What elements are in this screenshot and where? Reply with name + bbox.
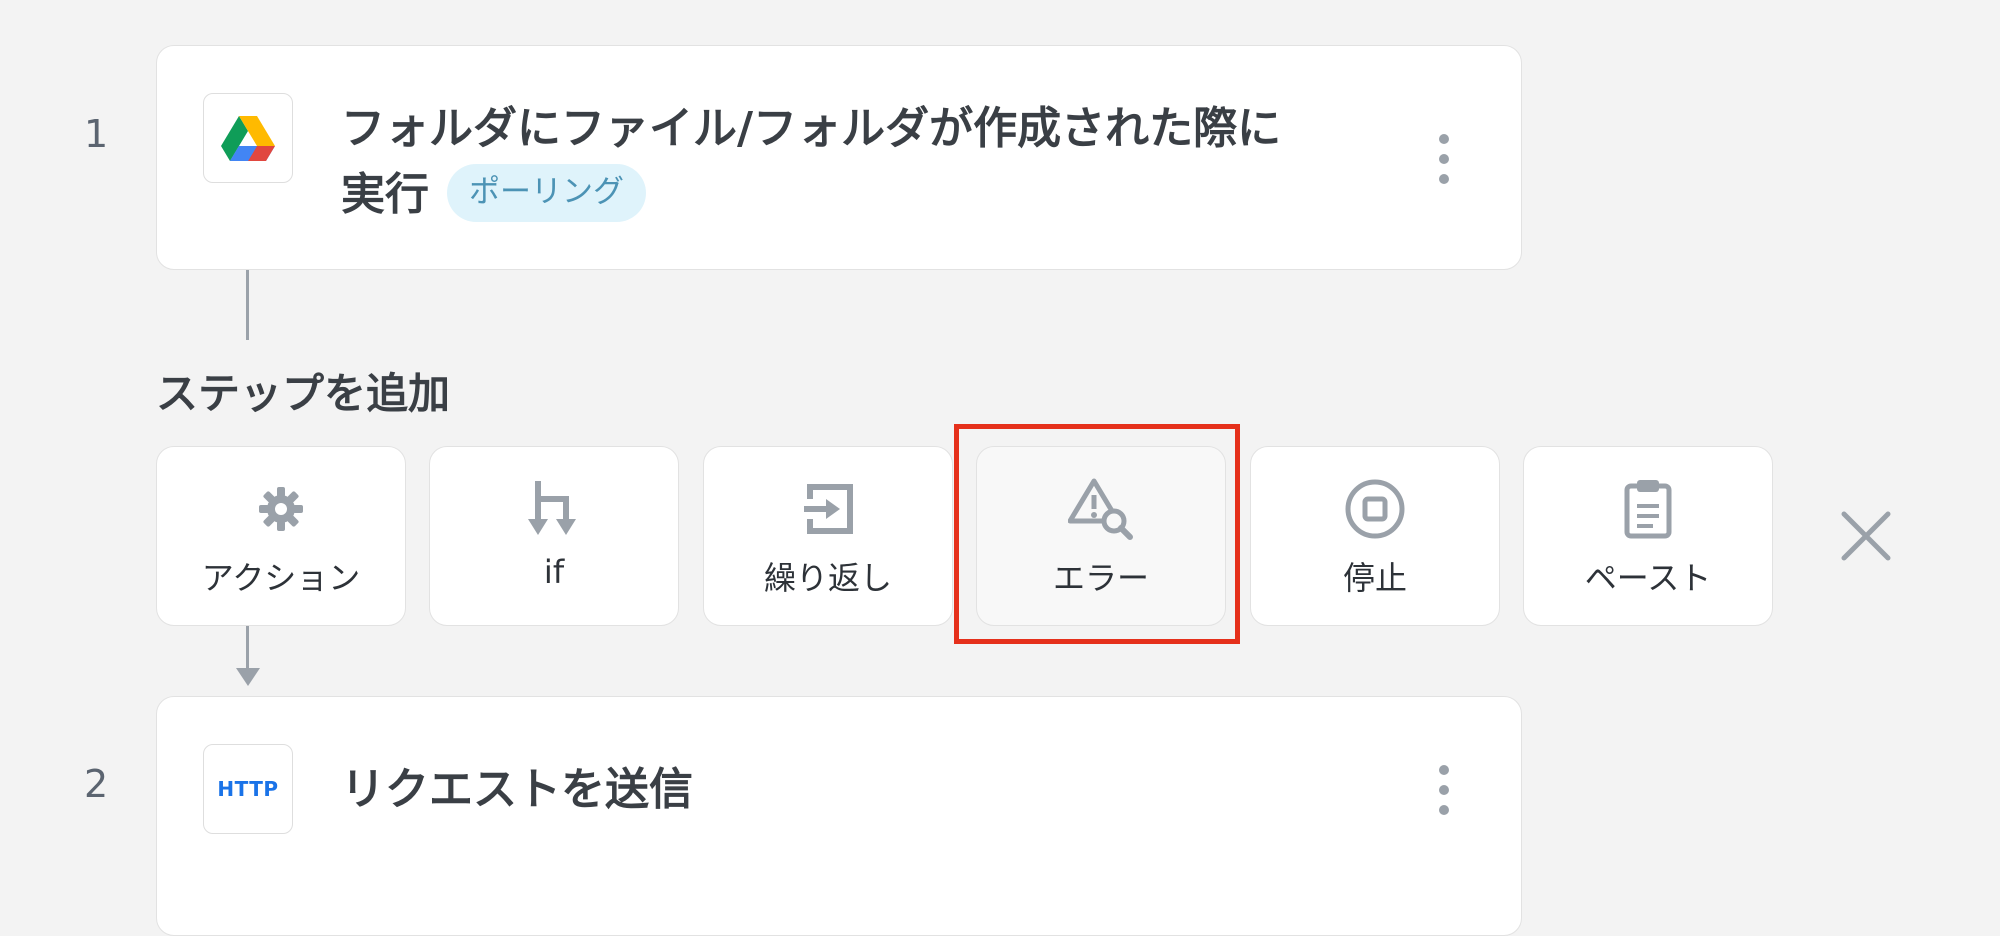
step-card-trigger[interactable]: フォルダにファイル/フォルダが作成された際に実行 ポーリング bbox=[156, 45, 1522, 270]
google-drive-icon bbox=[203, 93, 293, 183]
add-action-label: アクション bbox=[201, 559, 361, 597]
polling-badge: ポーリング bbox=[447, 164, 646, 222]
loop-icon bbox=[704, 479, 952, 539]
add-paste-label: ペースト bbox=[1584, 559, 1712, 597]
step-title: フォルダにファイル/フォルダが作成された際に実行 ポーリング bbox=[341, 96, 1301, 228]
close-icon[interactable] bbox=[1838, 508, 1894, 564]
add-loop-button[interactable]: 繰り返し bbox=[703, 446, 953, 626]
arrow-down-icon bbox=[236, 668, 260, 686]
add-loop-label: 繰り返し bbox=[763, 559, 892, 597]
add-paste-button[interactable]: ペースト bbox=[1523, 446, 1773, 626]
http-icon-text: HTTP bbox=[217, 777, 279, 801]
step-number-1: 1 bbox=[84, 112, 109, 156]
highlight-box bbox=[954, 424, 1240, 644]
step-number-2: 2 bbox=[84, 762, 109, 806]
add-step-title: ステップを追加 bbox=[156, 369, 451, 418]
add-if-label: if bbox=[543, 553, 565, 591]
more-menu-icon[interactable] bbox=[1437, 134, 1451, 184]
http-icon: HTTP bbox=[203, 744, 293, 834]
add-action-button[interactable]: アクション bbox=[156, 446, 406, 626]
add-stop-button[interactable]: 停止 bbox=[1250, 446, 1500, 626]
connector-line bbox=[246, 270, 249, 340]
branch-icon bbox=[430, 479, 678, 539]
more-menu-icon[interactable] bbox=[1437, 765, 1451, 815]
add-if-button[interactable]: if bbox=[429, 446, 679, 626]
clipboard-icon bbox=[1524, 479, 1772, 539]
step-title: リクエストを送信 bbox=[341, 764, 693, 815]
step-card-http[interactable]: HTTP リクエストを送信 bbox=[156, 696, 1522, 936]
stop-icon bbox=[1251, 479, 1499, 539]
gear-icon bbox=[157, 479, 405, 539]
add-stop-label: 停止 bbox=[1342, 559, 1407, 597]
